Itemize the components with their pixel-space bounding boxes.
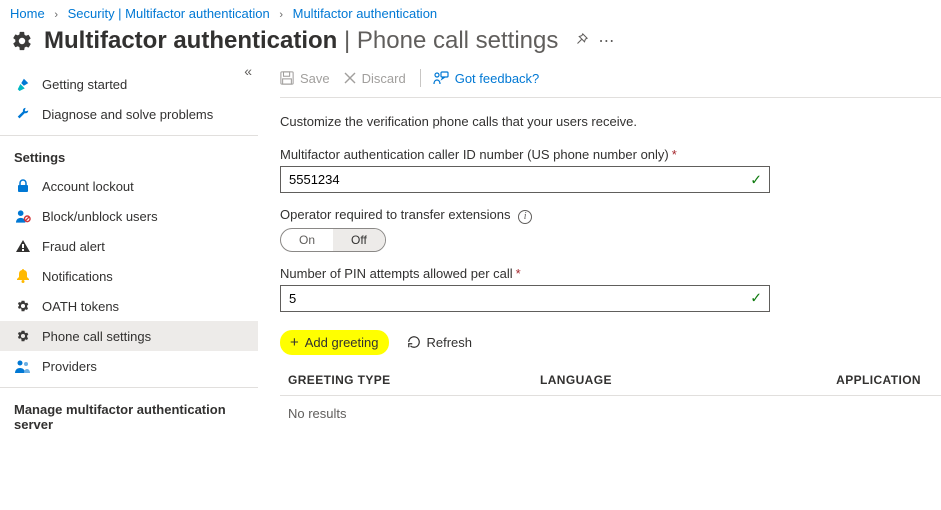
plus-icon: + (290, 334, 299, 351)
caller-id-input[interactable] (280, 166, 770, 193)
lock-icon (14, 178, 32, 194)
operator-toggle[interactable]: On Off (280, 228, 386, 252)
operator-label: Operator required to transfer extensions… (280, 207, 941, 224)
page-title: Multifactor authentication | Phone call … (44, 27, 558, 55)
pin-attempts-label: Number of PIN attempts allowed per call* (280, 266, 941, 281)
sidebar-label: OATH tokens (42, 299, 119, 314)
sidebar-label: Providers (42, 359, 97, 374)
pin-icon[interactable] (574, 33, 588, 50)
sidebar-label: Phone call settings (42, 329, 151, 344)
required-indicator: * (516, 266, 521, 281)
feedback-button[interactable]: Got feedback? (433, 71, 540, 86)
discard-button[interactable]: Discard (344, 71, 406, 86)
rocket-icon (14, 76, 32, 92)
sidebar-label: Block/unblock users (42, 209, 158, 224)
check-icon: ✓ (750, 171, 762, 188)
breadcrumb: Home › Security | Multifactor authentica… (0, 0, 941, 25)
breadcrumb-security[interactable]: Security | Multifactor authentication (68, 6, 270, 21)
table-header: GREETING TYPE LANGUAGE APPLICATION (280, 365, 941, 396)
warning-icon (14, 238, 32, 254)
sidebar-section-manage: Manage multifactor authentication server (0, 387, 258, 438)
sidebar-section-settings: Settings (0, 135, 258, 171)
toolbar-divider (420, 69, 421, 87)
sidebar-item-providers[interactable]: Providers (0, 351, 258, 381)
breadcrumb-mfa[interactable]: Multifactor authentication (293, 6, 438, 21)
sidebar-item-getting-started[interactable]: Getting started (0, 69, 258, 99)
sidebar: « Getting started Diagnose and solve pro… (0, 63, 258, 509)
sidebar-label: Diagnose and solve problems (42, 107, 213, 122)
sidebar-item-notifications[interactable]: Notifications (0, 261, 258, 291)
greetings-table: GREETING TYPE LANGUAGE APPLICATION No re… (280, 365, 941, 431)
caller-id-label: Multifactor authentication caller ID num… (280, 147, 941, 162)
save-icon (280, 71, 294, 85)
main-content: Save Discard Got feedback? Customize (258, 63, 941, 509)
sidebar-item-oath-tokens[interactable]: OATH tokens (0, 291, 258, 321)
chevron-right-icon: › (273, 9, 289, 21)
col-application[interactable]: APPLICATION (790, 373, 941, 387)
add-greeting-button[interactable]: + Add greeting (280, 330, 389, 355)
sidebar-label: Fraud alert (42, 239, 105, 254)
page-header: Multifactor authentication | Phone call … (0, 25, 941, 63)
chevron-right-icon: › (48, 9, 64, 21)
sidebar-label: Notifications (42, 269, 113, 284)
sidebar-label: Getting started (42, 77, 127, 92)
no-results-row: No results (280, 396, 941, 431)
toolbar: Save Discard Got feedback? (280, 63, 941, 98)
sidebar-item-fraud-alert[interactable]: Fraud alert (0, 231, 258, 261)
sidebar-item-account-lockout[interactable]: Account lockout (0, 171, 258, 201)
wrench-icon (14, 106, 32, 122)
col-greeting-type[interactable]: GREETING TYPE (280, 373, 540, 387)
breadcrumb-home[interactable]: Home (10, 6, 45, 21)
bell-icon (14, 268, 32, 284)
close-icon (344, 72, 356, 84)
sidebar-item-diagnose[interactable]: Diagnose and solve problems (0, 99, 258, 129)
sidebar-item-phone-call[interactable]: Phone call settings (0, 321, 258, 351)
refresh-icon (407, 335, 421, 349)
gear-icon (14, 328, 32, 344)
collapse-icon[interactable]: « (244, 63, 252, 79)
description-text: Customize the verification phone calls t… (280, 114, 941, 129)
sidebar-label: Account lockout (42, 179, 134, 194)
user-block-icon (14, 208, 32, 224)
sidebar-item-block-unblock[interactable]: Block/unblock users (0, 201, 258, 231)
required-indicator: * (672, 147, 677, 162)
more-icon[interactable]: ⋯ (598, 31, 615, 51)
save-button[interactable]: Save (280, 71, 330, 86)
refresh-button[interactable]: Refresh (397, 331, 483, 354)
info-icon[interactable]: i (518, 210, 532, 224)
pin-attempts-input[interactable] (280, 285, 770, 312)
toggle-on[interactable]: On (281, 229, 333, 251)
users-icon (14, 358, 32, 374)
check-icon: ✓ (750, 290, 762, 307)
gear-icon (14, 298, 32, 314)
gear-icon (10, 29, 34, 53)
toggle-off[interactable]: Off (333, 229, 385, 251)
person-feedback-icon (433, 71, 449, 85)
col-language[interactable]: LANGUAGE (540, 373, 790, 387)
